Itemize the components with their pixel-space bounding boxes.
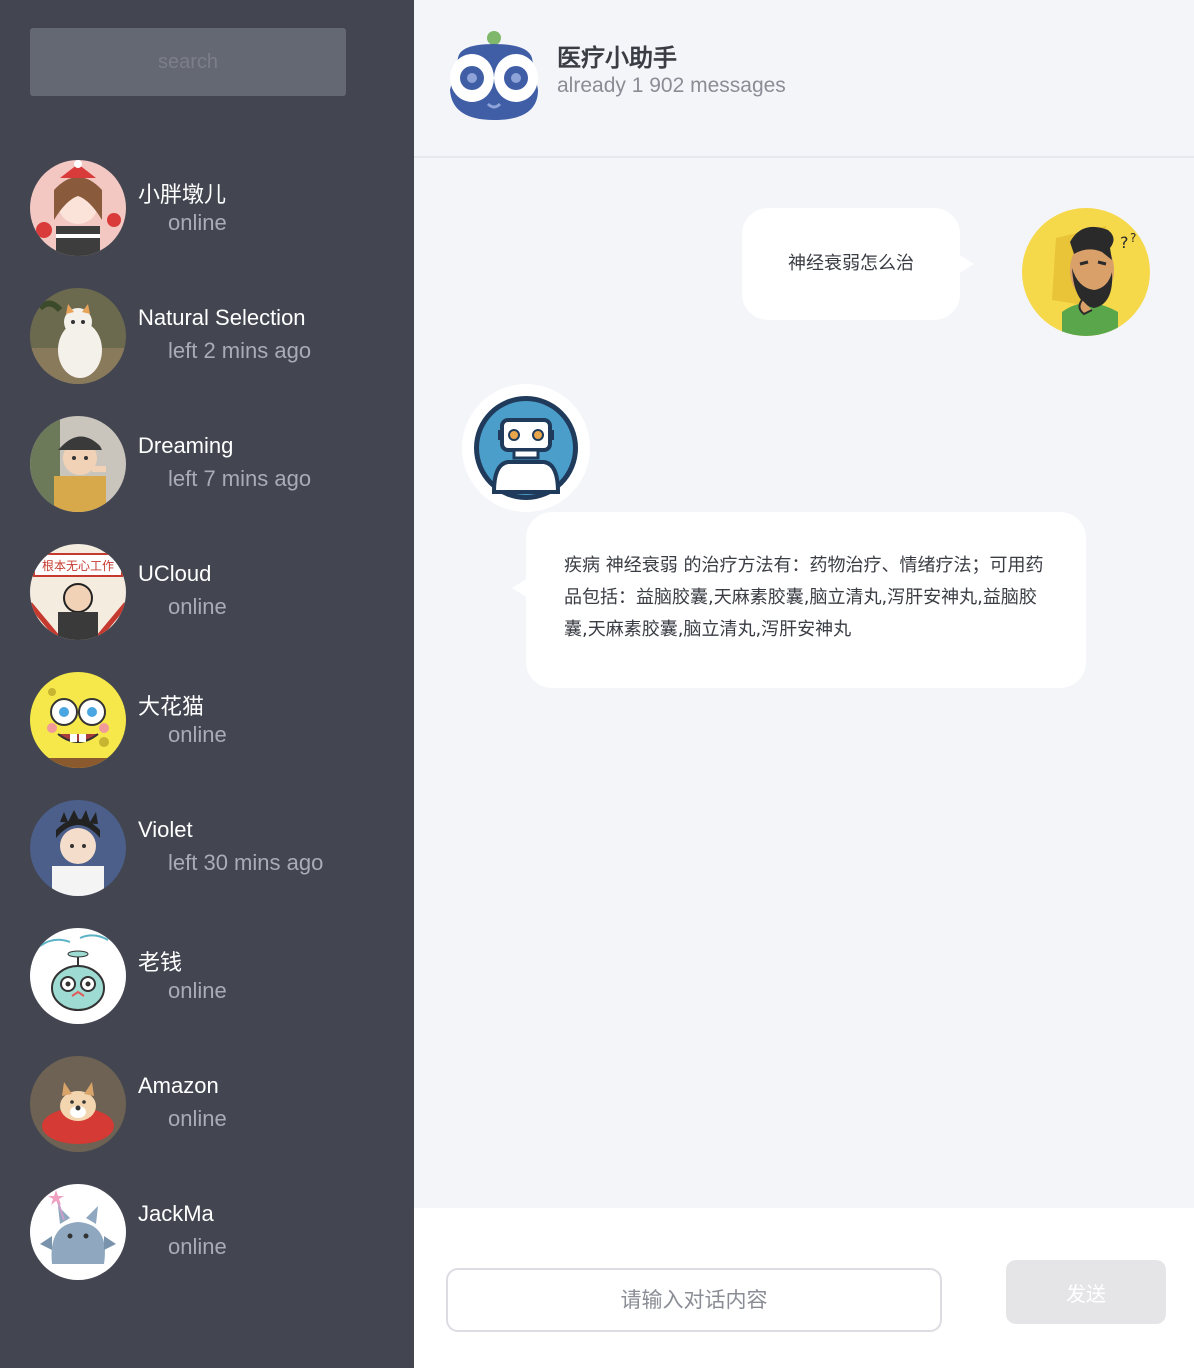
contact-item[interactable]: 大花猫 online bbox=[0, 656, 414, 784]
contact-name: 老钱 bbox=[138, 950, 183, 975]
robot-eyes-icon bbox=[446, 30, 544, 122]
message-count: already 1 902 messages bbox=[557, 74, 786, 97]
avatar bbox=[30, 1056, 126, 1152]
contact-status: left 30 mins ago bbox=[168, 850, 324, 875]
contact-item[interactable]: JackMa online bbox=[0, 1168, 414, 1296]
avatar: 根本无心工作 bbox=[30, 544, 126, 640]
svg-text:根本无心工作: 根本无心工作 bbox=[42, 559, 114, 573]
contact-item[interactable]: 根本无心工作 UCloud online bbox=[0, 528, 414, 656]
composer: 发送 bbox=[414, 1208, 1194, 1368]
contact-list: 小胖墩儿 online Natural Selection left 2 min… bbox=[0, 144, 414, 1296]
contact-name: Dreaming bbox=[138, 433, 234, 458]
contact-status: left 7 mins ago bbox=[168, 466, 312, 491]
avatar bbox=[30, 928, 126, 1024]
contact-name: Violet bbox=[138, 817, 193, 842]
contact-item[interactable]: 小胖墩儿 online bbox=[0, 144, 414, 272]
contact-status: left 2 mins ago bbox=[168, 338, 312, 363]
contact-status: online bbox=[168, 1234, 227, 1259]
message-input[interactable] bbox=[446, 1268, 942, 1332]
message-text: 神经衰弱怎么治 bbox=[788, 253, 914, 274]
contact-status: online bbox=[168, 978, 227, 1003]
contact-name: UCloud bbox=[138, 561, 212, 586]
contact-item[interactable]: Violet left 30 mins ago bbox=[0, 784, 414, 912]
avatar bbox=[30, 160, 126, 256]
bubble-tail bbox=[958, 254, 974, 274]
contact-name: 大花猫 bbox=[138, 694, 205, 719]
avatar bbox=[30, 416, 126, 512]
contact-name: 小胖墩儿 bbox=[138, 182, 227, 207]
contact-item[interactable]: Natural Selection left 2 mins ago bbox=[0, 272, 414, 400]
avatar bbox=[30, 672, 126, 768]
bubble-tail bbox=[512, 578, 528, 598]
contact-status: online bbox=[168, 1106, 227, 1131]
contact-sidebar: 小胖墩儿 online Natural Selection left 2 min… bbox=[0, 0, 414, 1368]
contact-name: JackMa bbox=[138, 1201, 214, 1226]
contact-item[interactable]: 老钱 online bbox=[0, 912, 414, 1040]
contact-name: Amazon bbox=[138, 1073, 219, 1098]
bot-avatar bbox=[462, 384, 590, 512]
contact-item[interactable]: Amazon online bbox=[0, 1040, 414, 1168]
chat-title: 医疗小助手 bbox=[557, 45, 677, 72]
svg-text:?: ? bbox=[1130, 231, 1136, 245]
search-input[interactable] bbox=[30, 28, 346, 96]
avatar bbox=[30, 288, 126, 384]
message-text: 疾病 神经衰弱 的治疗方法有：药物治疗、情绪疗法；可用药品包括：益脑胶囊,天麻素… bbox=[564, 555, 1044, 640]
send-button[interactable]: 发送 bbox=[1006, 1260, 1166, 1324]
contact-status: online bbox=[168, 594, 227, 619]
contact-name: Natural Selection bbox=[138, 305, 306, 330]
avatar bbox=[30, 1184, 126, 1280]
chat-header: 医疗小助手 already 1 902 messages bbox=[414, 0, 1194, 158]
contact-status: online bbox=[168, 722, 227, 747]
svg-text:?: ? bbox=[1120, 233, 1129, 252]
bot-message-bubble: 疾病 神经衰弱 的治疗方法有：药物治疗、情绪疗法；可用药品包括：益脑胶囊,天麻素… bbox=[512, 512, 1086, 688]
avatar bbox=[30, 800, 126, 896]
contact-status: online bbox=[168, 210, 227, 235]
user-avatar: ? ? bbox=[1022, 208, 1150, 336]
contact-item[interactable]: Dreaming left 7 mins ago bbox=[0, 400, 414, 528]
user-message-bubble: 神经衰弱怎么治 bbox=[742, 208, 974, 320]
message-list: 神经衰弱怎么治 ? ? 疾病 神经衰弱 的治疗方法有：药物治疗、情绪疗法；可用药… bbox=[414, 160, 1194, 1208]
